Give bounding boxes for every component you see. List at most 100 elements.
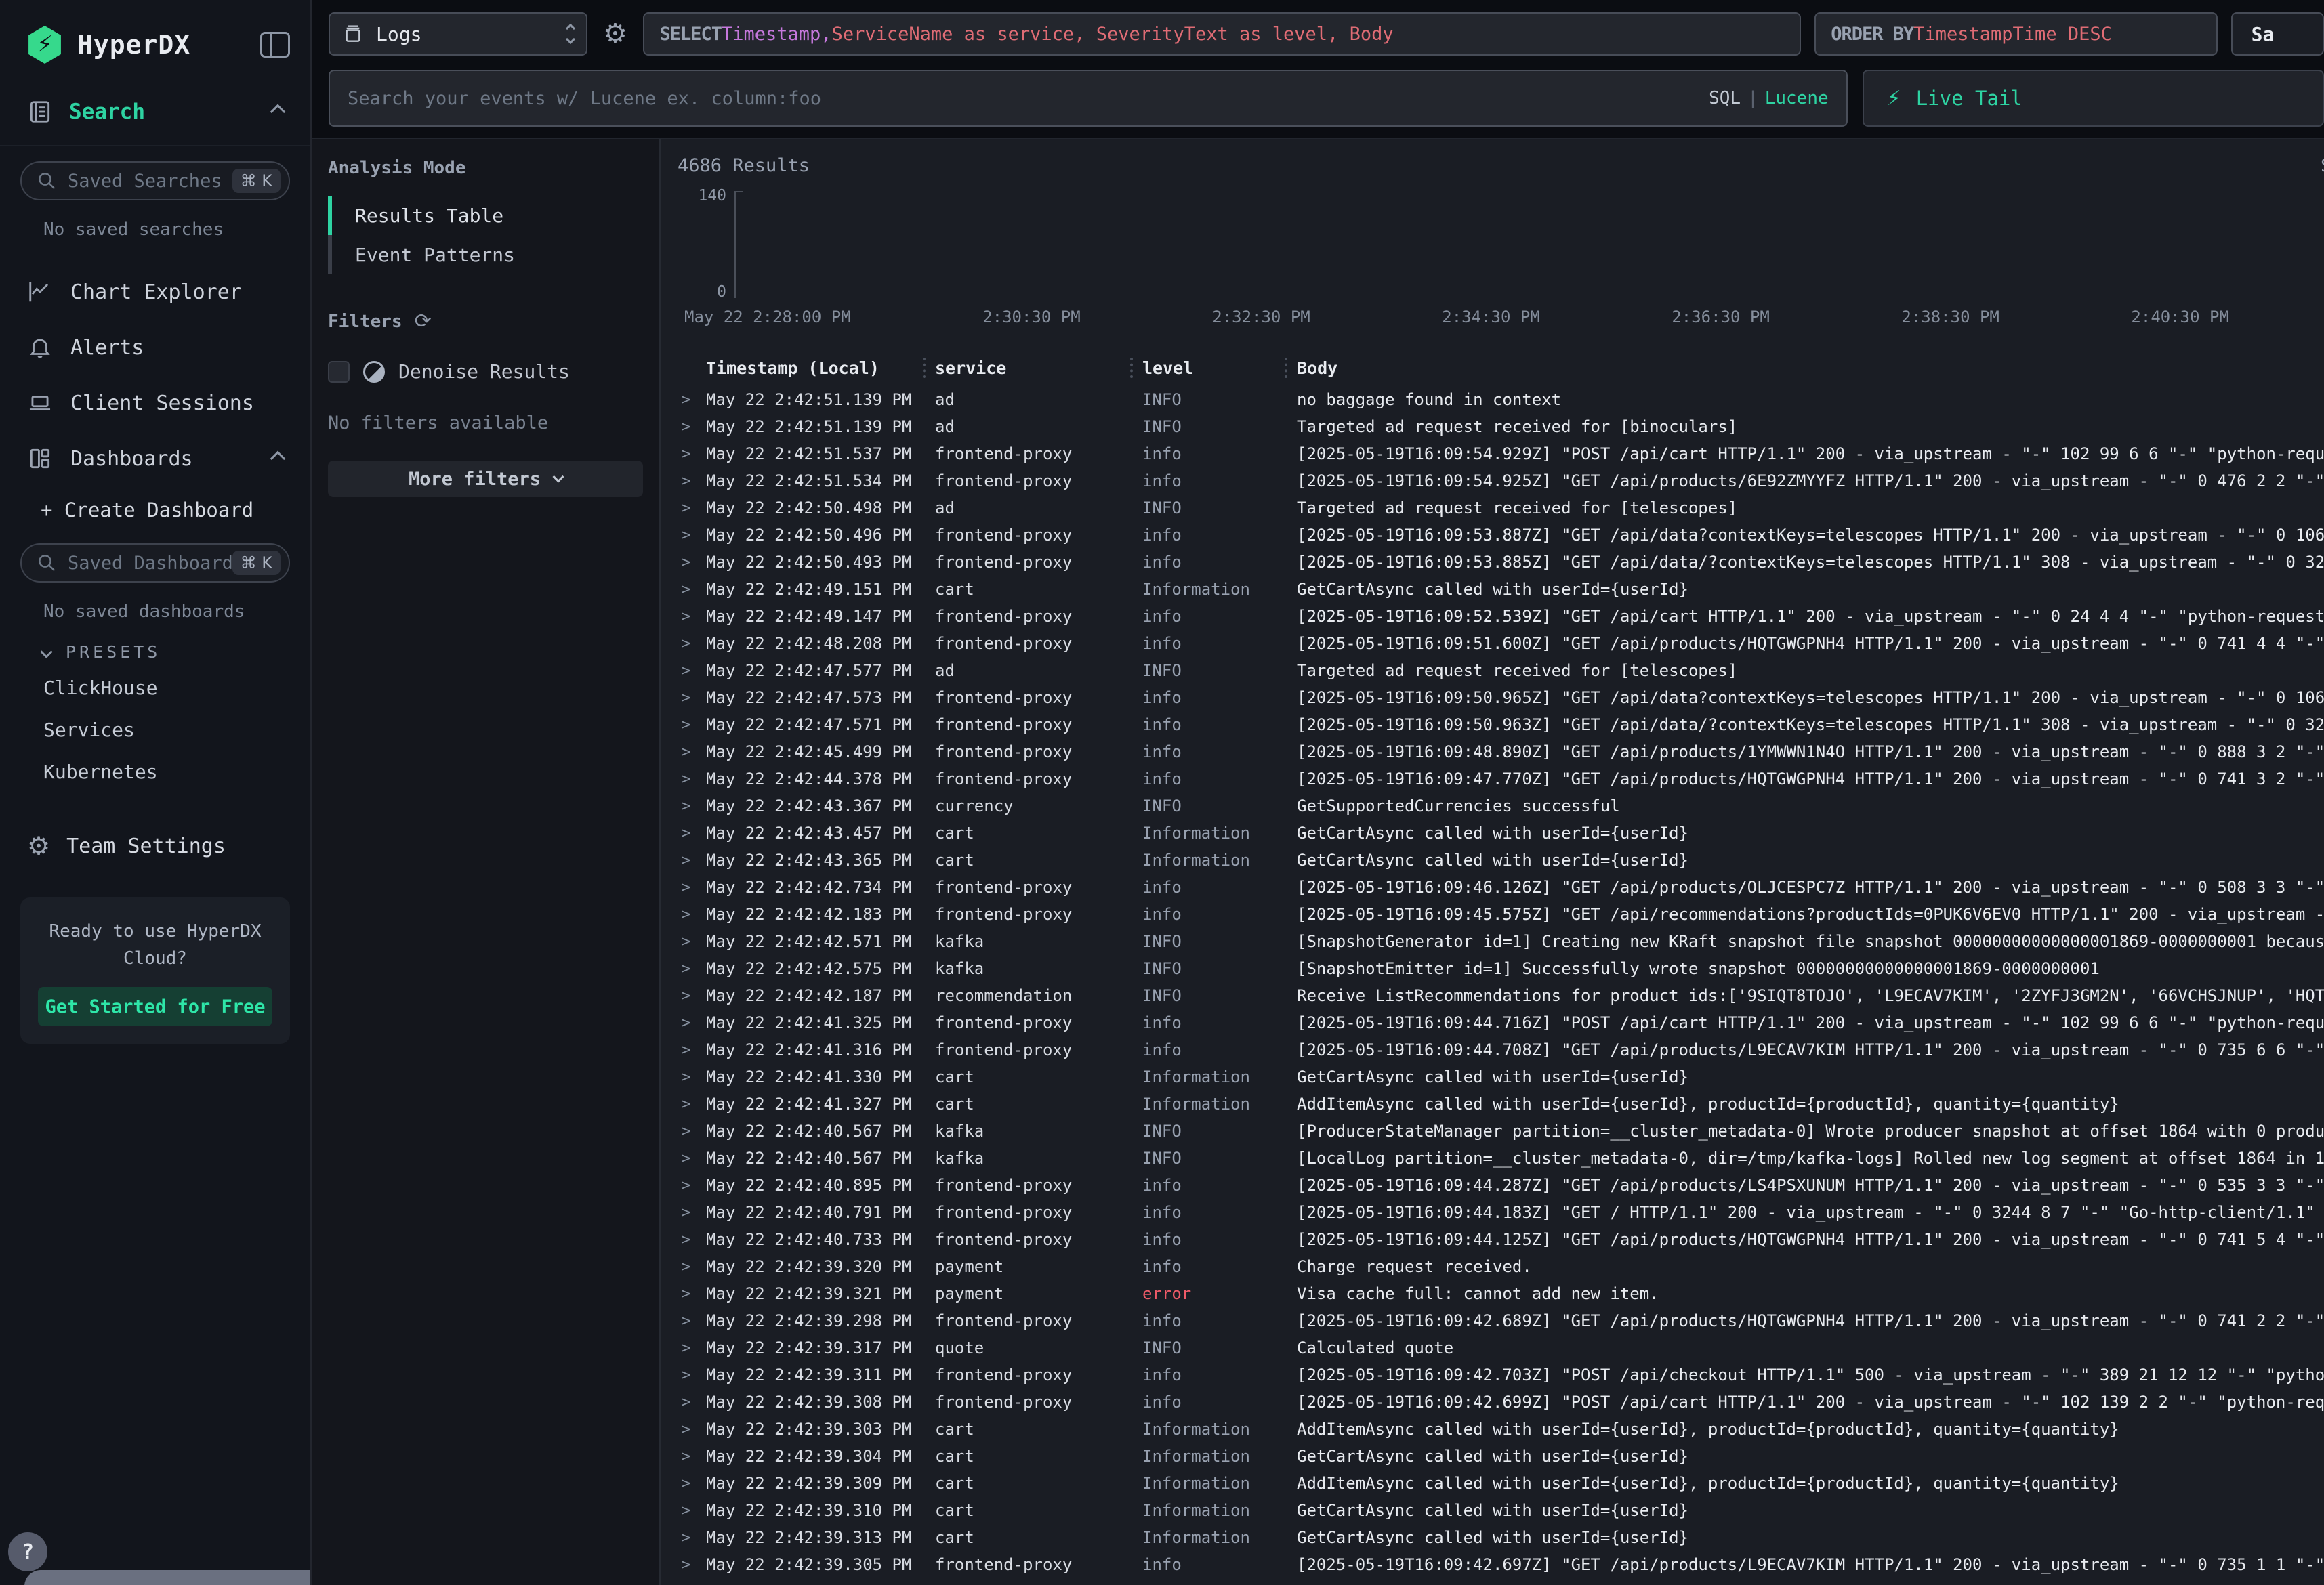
get-started-button[interactable]: Get Started for Free — [38, 987, 272, 1026]
table-row[interactable]: >May 22 2:42:40.895 PMfrontend-proxyinfo… — [678, 1172, 2324, 1199]
row-expand-chevron-icon[interactable]: > — [678, 1042, 706, 1059]
help-button[interactable]: ? — [8, 1532, 47, 1571]
row-expand-chevron-icon[interactable]: > — [678, 581, 706, 598]
table-row[interactable]: >May 22 2:42:41.327 PMcartInformationAdd… — [678, 1091, 2324, 1118]
sidebar-item-dashboards[interactable]: Dashboards — [0, 431, 310, 486]
table-row[interactable]: >May 22 2:42:42.575 PMkafkaINFO[Snapshot… — [678, 955, 2324, 982]
table-row[interactable]: >May 22 2:42:39.310 PMcartInformationGet… — [678, 1497, 2324, 1524]
row-expand-chevron-icon[interactable]: > — [678, 744, 706, 761]
row-expand-chevron-icon[interactable]: > — [678, 690, 706, 706]
live-tail-button[interactable]: ⚡ Live Tail — [1863, 70, 2324, 127]
source-select[interactable]: Logs — [329, 12, 587, 56]
row-expand-chevron-icon[interactable]: > — [678, 1096, 706, 1113]
table-row[interactable]: >May 22 2:42:39.309 PMcartInformationAdd… — [678, 1470, 2324, 1497]
table-row[interactable]: >May 22 2:42:47.577 PMadINFOTargeted ad … — [678, 657, 2324, 684]
table-row[interactable]: >May 22 2:42:50.493 PMfrontend-proxyinfo… — [678, 549, 2324, 576]
table-row[interactable]: >May 22 2:42:42.734 PMfrontend-proxyinfo… — [678, 874, 2324, 901]
row-expand-chevron-icon[interactable]: > — [678, 960, 706, 977]
row-expand-chevron-icon[interactable]: > — [678, 798, 706, 815]
event-search-input[interactable]: Search your events w/ Lucene ex. column:… — [329, 70, 1848, 127]
row-expand-chevron-icon[interactable]: > — [678, 1150, 706, 1167]
row-expand-chevron-icon[interactable]: > — [678, 1475, 706, 1492]
table-row[interactable]: >May 22 2:42:51.139 PMadINFOno baggage f… — [678, 386, 2324, 413]
row-expand-chevron-icon[interactable]: > — [678, 988, 706, 1005]
table-row[interactable]: >May 22 2:42:39.311 PMfrontend-proxyinfo… — [678, 1361, 2324, 1389]
table-row[interactable]: >May 22 2:42:41.330 PMcartInformationGet… — [678, 1063, 2324, 1091]
saved-searches-input[interactable]: Saved Searches ⌘ K — [20, 161, 290, 200]
row-expand-chevron-icon[interactable]: > — [678, 1069, 706, 1086]
row-expand-chevron-icon[interactable]: > — [678, 1286, 706, 1303]
table-row[interactable]: >May 22 2:42:45.499 PMfrontend-proxyinfo… — [678, 738, 2324, 765]
table-row[interactable]: >May 22 2:42:44.378 PMfrontend-proxyinfo… — [678, 765, 2324, 792]
preset-item-clickhouse[interactable]: ClickHouse — [0, 671, 310, 704]
row-expand-chevron-icon[interactable]: > — [678, 392, 706, 408]
table-row[interactable]: >May 22 2:42:47.573 PMfrontend-proxyinfo… — [678, 684, 2324, 711]
sidebar-item-alerts[interactable]: Alerts — [0, 320, 310, 375]
row-expand-chevron-icon[interactable]: > — [678, 446, 706, 463]
row-expand-chevron-icon[interactable]: > — [678, 933, 706, 950]
refresh-filters-icon[interactable]: ⟳ — [415, 310, 432, 333]
sidebar-item-team-settings[interactable]: ⚙ Team Settings — [0, 826, 310, 866]
row-expand-chevron-icon[interactable]: > — [678, 771, 706, 788]
table-row[interactable]: >May 22 2:42:51.534 PMfrontend-proxyinfo… — [678, 467, 2324, 494]
table-row[interactable]: >May 22 2:42:51.537 PMfrontend-proxyinfo… — [678, 440, 2324, 467]
table-row[interactable]: >May 22 2:42:49.147 PMfrontend-proxyinfo… — [678, 603, 2324, 630]
table-row[interactable]: >May 22 2:42:42.183 PMfrontend-proxyinfo… — [678, 901, 2324, 928]
row-expand-chevron-icon[interactable]: > — [678, 473, 706, 490]
row-expand-chevron-icon[interactable]: > — [678, 662, 706, 679]
table-row[interactable]: >May 22 2:42:43.365 PMcartInformationGet… — [678, 847, 2324, 874]
row-expand-chevron-icon[interactable]: > — [678, 906, 706, 923]
table-row[interactable]: >May 22 2:42:43.457 PMcartInformationGet… — [678, 820, 2324, 847]
row-expand-chevron-icon[interactable]: > — [678, 825, 706, 842]
row-expand-chevron-icon[interactable]: > — [678, 717, 706, 734]
row-expand-chevron-icon[interactable]: > — [678, 852, 706, 869]
table-row[interactable]: >May 22 2:42:49.151 PMcartInformationGet… — [678, 576, 2324, 603]
mode-event-patterns[interactable]: Event Patterns — [355, 235, 515, 274]
table-row[interactable]: >May 22 2:42:40.733 PMfrontend-proxyinfo… — [678, 1226, 2324, 1253]
table-row[interactable]: >May 22 2:42:42.571 PMkafkaINFO[Snapshot… — [678, 928, 2324, 955]
column-header-timestamp[interactable]: Timestamp (Local) — [706, 358, 935, 378]
row-expand-chevron-icon[interactable]: > — [678, 635, 706, 652]
saved-dashboards-input[interactable]: Saved Dashboards ⌘ K — [20, 543, 290, 583]
row-expand-chevron-icon[interactable]: > — [678, 1177, 706, 1194]
table-row[interactable]: >May 22 2:42:39.305 PMfrontend-proxyinfo… — [678, 1551, 2324, 1578]
table-row[interactable]: >May 22 2:42:39.298 PMfrontend-proxyinfo… — [678, 1307, 2324, 1334]
histogram-bars[interactable] — [736, 191, 2324, 298]
row-expand-chevron-icon[interactable]: > — [678, 1340, 706, 1357]
table-row[interactable]: >May 22 2:42:39.320 PMpaymentinfoCharge … — [678, 1253, 2324, 1280]
create-dashboard-button[interactable]: + Create Dashboard — [0, 486, 310, 528]
row-expand-chevron-icon[interactable]: > — [678, 1313, 706, 1330]
denoise-checkbox[interactable] — [328, 361, 350, 383]
select-columns-input[interactable]: SELECT Timestamp, ServiceName as service… — [643, 12, 1801, 56]
table-row[interactable]: >May 22 2:42:39.317 PMquoteINFOCalculate… — [678, 1334, 2324, 1361]
row-expand-chevron-icon[interactable]: > — [678, 527, 706, 544]
row-expand-chevron-icon[interactable]: > — [678, 879, 706, 896]
row-expand-chevron-icon[interactable]: > — [678, 1421, 706, 1438]
table-row[interactable]: >May 22 2:42:51.139 PMadINFOTargeted ad … — [678, 413, 2324, 440]
query-language-toggle[interactable]: SQL|Lucene — [1709, 88, 1829, 108]
source-settings-gear-icon[interactable]: ⚙ — [601, 18, 630, 49]
table-row[interactable]: >May 22 2:42:39.313 PMcartInformationGet… — [678, 1524, 2324, 1551]
table-row[interactable]: >May 22 2:42:43.367 PMcurrencyINFOGetSup… — [678, 792, 2324, 820]
column-header-service[interactable]: service — [935, 358, 1142, 378]
row-expand-chevron-icon[interactable]: > — [678, 1204, 706, 1221]
table-row[interactable]: >May 22 2:42:47.571 PMfrontend-proxyinfo… — [678, 711, 2324, 738]
row-expand-chevron-icon[interactable]: > — [678, 1015, 706, 1032]
preset-item-services[interactable]: Services — [0, 713, 310, 746]
sidebar-item-chart-explorer[interactable]: Chart Explorer — [0, 264, 310, 320]
table-row[interactable]: >May 22 2:42:39.321 PMpaymenterrorVisa c… — [678, 1280, 2324, 1307]
table-row[interactable]: >May 22 2:42:42.187 PMrecommendationINFO… — [678, 982, 2324, 1009]
column-header-body[interactable]: Body — [1297, 358, 2324, 378]
more-filters-button[interactable]: More filters — [328, 461, 643, 497]
row-expand-chevron-icon[interactable]: > — [678, 1394, 706, 1411]
row-expand-chevron-icon[interactable]: > — [678, 1367, 706, 1384]
sidebar-item-client-sessions[interactable]: Client Sessions — [0, 375, 310, 431]
order-by-input[interactable]: ORDER BY TimestampTime DESC — [1814, 12, 2217, 56]
table-row[interactable]: >May 22 2:42:40.567 PMkafkaINFO[LocalLog… — [678, 1145, 2324, 1172]
row-expand-chevron-icon[interactable]: > — [678, 1448, 706, 1465]
row-expand-chevron-icon[interactable]: > — [678, 1231, 706, 1248]
row-expand-chevron-icon[interactable]: > — [678, 1529, 706, 1546]
table-row[interactable]: >May 22 2:42:48.208 PMfrontend-proxyinfo… — [678, 630, 2324, 657]
save-button[interactable]: Sa — [2231, 12, 2324, 56]
row-expand-chevron-icon[interactable]: > — [678, 1502, 706, 1519]
